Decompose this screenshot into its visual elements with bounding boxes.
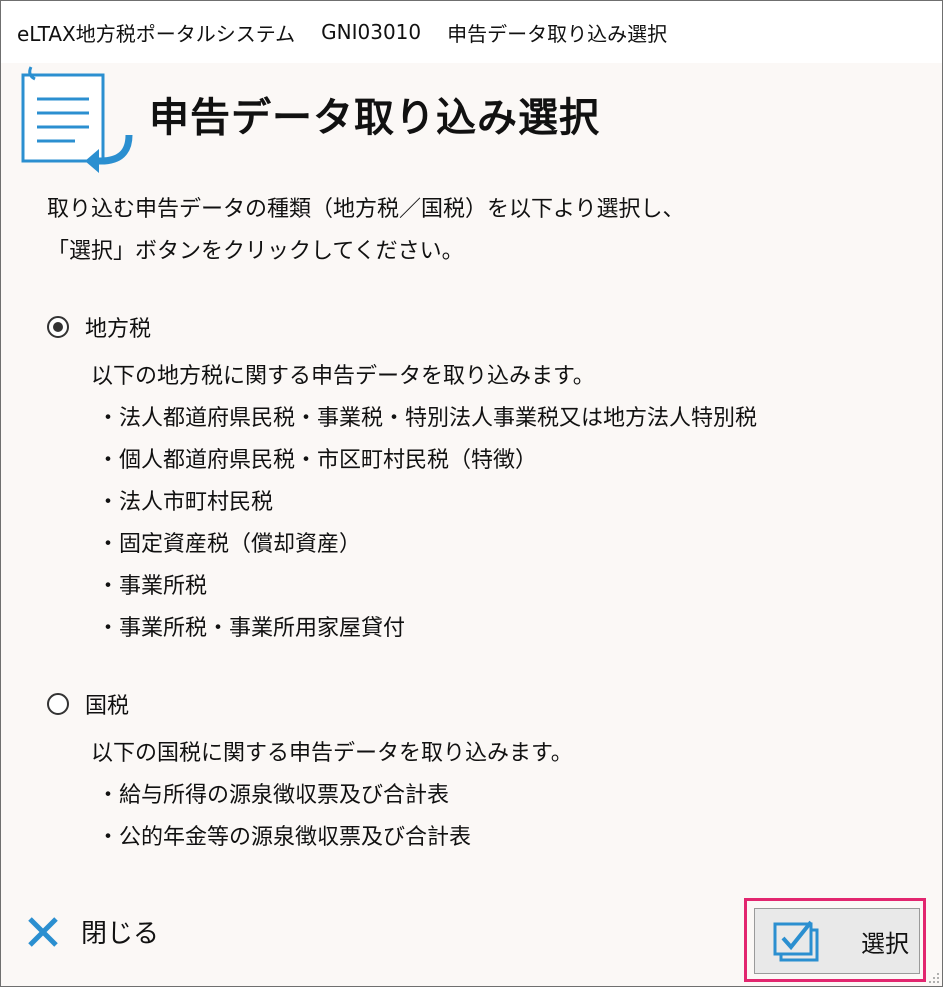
checkbox-check-icon (773, 920, 819, 962)
option-label[interactable]: 国税 (85, 688, 129, 720)
close-icon (28, 916, 58, 947)
close-button[interactable]: 閉じる (25, 913, 159, 950)
option-description: 以下の地方税に関する申告データを取り込みます。 (91, 364, 595, 389)
list-item: ・固定資産税（償却資産） (97, 532, 362, 557)
document-import-icon (21, 66, 133, 173)
list-item: ・給与所得の源泉徴収票及び合計表 (97, 783, 450, 808)
list-item: ・公的年金等の源泉徴収票及び合計表 (97, 825, 472, 850)
list-item: ・事業所税 (97, 574, 208, 599)
dialog-window: eLTAX地方税ポータルシステム GNI03010 申告データ取り込み選択 申告… (0, 0, 943, 987)
radio-row-national-tax[interactable]: 国税 (47, 687, 573, 721)
option-description: 以下の国税に関する申告データを取り込みます。 (91, 741, 573, 766)
radio-row-local-tax[interactable]: 地方税 (47, 310, 757, 344)
page-title: 申告データ取り込み選択 (149, 95, 600, 141)
instruction-line-2: 「選択」ボタンをクリックしてください。 (47, 239, 464, 264)
list-item: ・事業所税・事業所用家屋貸付 (97, 616, 406, 641)
close-label[interactable]: 閉じる (81, 913, 159, 950)
screen-title: 申告データ取り込み選択 (447, 21, 668, 46)
radio-national-tax[interactable] (47, 693, 69, 715)
list-item: ・法人市町村民税 (97, 490, 274, 515)
option-description-block: 以下の国税に関する申告データを取り込みます。 ・給与所得の源泉徴収票及び合計表 … (91, 733, 573, 859)
app-name: eLTAX地方税ポータルシステム (17, 21, 296, 46)
option-local-tax: 地方税 以下の地方税に関する申告データを取り込みます。 ・法人都道府県民税・事業… (47, 310, 757, 650)
option-description-block: 以下の地方税に関する申告データを取り込みます。 ・法人都道府県民税・事業税・特別… (91, 356, 757, 650)
screen-id: GNI03010 (321, 20, 422, 44)
instructions: 取り込む申告データの種類（地方税／国税）を以下より選択し、 「選択」ボタンをクリ… (47, 189, 685, 273)
option-label[interactable]: 地方税 (85, 311, 151, 343)
select-label[interactable]: 選択 (861, 924, 909, 959)
list-item: ・個人都道府県民税・市区町村民税（特徴） (97, 448, 538, 473)
page-header: 申告データ取り込み選択 (19, 65, 924, 175)
resize-grip-icon[interactable] (928, 972, 940, 984)
title-bar: eLTAX地方税ポータルシステム GNI03010 申告データ取り込み選択 (1, 1, 942, 63)
radio-local-tax[interactable] (47, 316, 69, 338)
instruction-line-1: 取り込む申告データの種類（地方税／国税）を以下より選択し、 (47, 197, 685, 222)
list-item: ・法人都道府県民税・事業税・特別法人事業税又は地方法人特別税 (97, 406, 758, 431)
option-national-tax: 国税 以下の国税に関する申告データを取り込みます。 ・給与所得の源泉徴収票及び合… (47, 687, 573, 859)
select-button[interactable]: 選択 (754, 908, 920, 974)
